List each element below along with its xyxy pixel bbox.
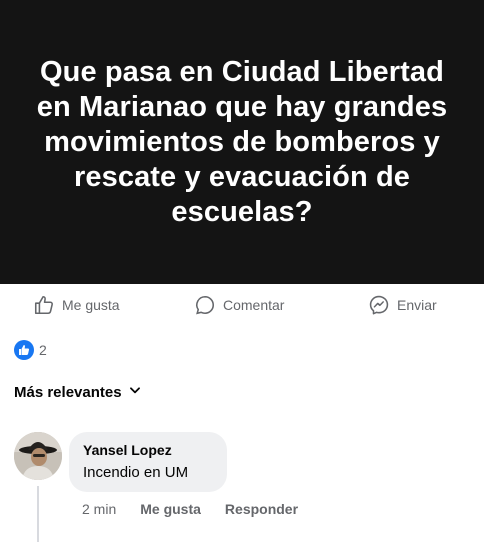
comment-sort-dropdown[interactable]: Más relevantes (14, 383, 142, 401)
comment-like-button[interactable]: Me gusta (140, 501, 201, 517)
like-label: Me gusta (62, 297, 120, 313)
comment-text: Incendio en UM (83, 464, 189, 481)
comment-bubble: Yansel Lopez Incendio en UM (69, 432, 227, 492)
chevron-down-icon (128, 383, 142, 401)
comment-author[interactable]: Yansel Lopez (83, 441, 213, 460)
send-label: Enviar (397, 297, 437, 313)
post-action-bar: Me gusta Comentar Enviar (0, 284, 484, 328)
post-text: Que pasa en Ciudad Libertad en Marianao … (36, 55, 448, 228)
comment-reply-button[interactable]: Responder (225, 501, 298, 517)
comment-time[interactable]: 2 min (82, 501, 116, 517)
comment-actions: 2 min Me gusta Responder (82, 501, 298, 517)
reaction-summary[interactable]: 2 (14, 340, 47, 360)
comment-button[interactable]: Comentar (194, 294, 284, 316)
thread-line (37, 486, 39, 542)
send-button[interactable]: Enviar (368, 294, 437, 316)
post-text-banner: Que pasa en Ciudad Libertad en Marianao … (0, 0, 484, 284)
sort-label: Más relevantes (14, 383, 122, 401)
like-button[interactable]: Me gusta (33, 294, 120, 316)
reaction-count: 2 (39, 342, 47, 358)
avatar[interactable] (14, 432, 62, 480)
like-badge-icon (14, 340, 34, 360)
messenger-icon (368, 294, 390, 316)
comment-label: Comentar (223, 297, 285, 313)
thumbs-up-icon (33, 294, 55, 316)
comment-bubble-icon (194, 294, 216, 316)
